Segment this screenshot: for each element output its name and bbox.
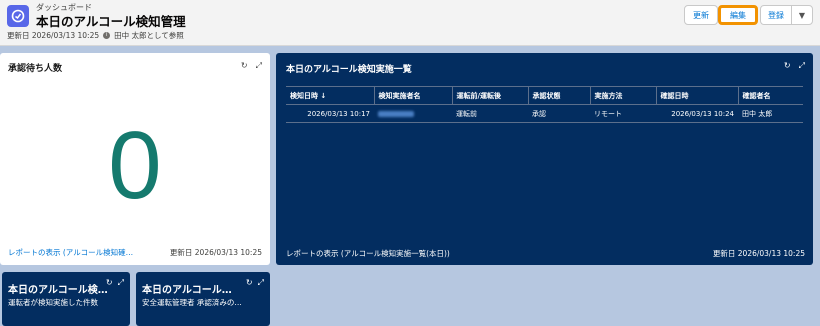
expand-icon[interactable]: ⤢ xyxy=(256,61,262,71)
column-header[interactable]: 確認者名 xyxy=(738,86,803,105)
pending-approvals-card: 承認待ち人数 ↻ ⤢ 0 レポートの表示 (アルコール検知確認… 更新日 202… xyxy=(0,53,270,265)
expand-icon[interactable]: ⤢ xyxy=(258,278,264,288)
card-updated: 更新日 2026/03/13 10:25 xyxy=(169,248,262,257)
redacted-name xyxy=(378,110,414,117)
page-header: ダッシュボード 本日のアルコール検知管理 更新日 2026/03/13 10:2… xyxy=(0,0,820,46)
refresh-icon[interactable]: ↻ xyxy=(241,61,248,71)
table-row: 2026/03/13 10:17 運転前 承認 リモート 2026/03/13 … xyxy=(286,104,803,123)
confirmed-at-cell: 2026/03/13 10:24 xyxy=(656,104,738,123)
inspector-name-cell[interactable] xyxy=(374,104,452,123)
page-title: 本日のアルコール検知管理 xyxy=(36,14,186,29)
detected-at-cell: 2026/03/13 10:17 xyxy=(286,104,374,123)
register-button[interactable]: 登録 xyxy=(760,5,792,25)
report-link[interactable]: レポートの表示 (アルコール検知確認… xyxy=(8,247,136,258)
refresh-icon[interactable]: ↻ xyxy=(106,278,113,288)
confirmer-link[interactable]: 田中 太郎 xyxy=(738,104,803,123)
last-updated: 更新日 2026/03/13 10:25 xyxy=(7,31,100,40)
card-subtitle: 安全運転管理者 承認済みの… xyxy=(142,298,242,307)
edit-button[interactable]: 編集 xyxy=(718,5,758,25)
card-tools: ↻ ⤢ xyxy=(784,61,805,71)
dashboard-icon xyxy=(7,5,29,27)
expand-icon[interactable]: ⤢ xyxy=(799,61,805,71)
column-header[interactable]: 検知実施者名 xyxy=(374,86,453,105)
card-tools: ↻ ⤢ xyxy=(241,61,262,71)
check-table: 検知日時 ↓ 検知実施者名 運転前/運転後 承認状態 実施方法 確認日時 確認者… xyxy=(286,86,803,123)
status-cell: 承認 xyxy=(528,104,590,123)
alcohol-check-list-card: 本日のアルコール検知実施一覧 ↻ ⤢ 検知日時 ↓ 検知実施者名 運転前/運転後… xyxy=(276,53,813,265)
card-title: 承認待ち人数 xyxy=(8,64,63,74)
refresh-button[interactable]: 更新 xyxy=(684,5,718,25)
card-subtitle: 運転者が検知実施した件数 xyxy=(8,298,98,307)
expand-icon[interactable]: ⤢ xyxy=(118,278,124,288)
chevron-down-icon[interactable]: ▼ xyxy=(791,5,813,25)
card-title: 本日のアルコール… xyxy=(142,285,232,296)
info-icon: i xyxy=(103,32,111,39)
metric-value: 0 xyxy=(108,112,162,219)
column-header[interactable]: 承認状態 xyxy=(528,86,591,105)
report-link[interactable]: レポートの表示 (アルコール検知実施一覧(本日)) xyxy=(286,248,450,259)
driving-cell: 運転前 xyxy=(452,104,528,123)
refresh-icon[interactable]: ↻ xyxy=(784,61,791,71)
table-header-row: 検知日時 ↓ 検知実施者名 運転前/運転後 承認状態 実施方法 確認日時 確認者… xyxy=(286,86,803,105)
column-header[interactable]: 確認日時 xyxy=(656,86,739,105)
column-header[interactable]: 実施方法 xyxy=(590,86,657,105)
card-tools: ↻ ⤢ xyxy=(246,278,264,288)
dashboard-meta: 更新日 2026/03/13 10:25 i 田中 太郎として参照 xyxy=(7,30,184,41)
card-tools: ↻ ⤢ xyxy=(106,278,124,288)
column-header[interactable]: 運転前/運転後 xyxy=(452,86,529,105)
mini-card-approved: 本日のアルコール… ↻ ⤢ 安全運転管理者 承認済みの… xyxy=(136,272,270,326)
card-updated: 更新日 2026/03/13 10:25 xyxy=(712,249,805,258)
card-title: 本日のアルコール検知実施一覧 xyxy=(286,65,412,75)
card-title: 本日のアルコール検知… xyxy=(8,285,116,296)
mini-card-detection-count: 本日のアルコール検知… ↻ ⤢ 運転者が検知実施した件数 xyxy=(2,272,130,326)
viewing-as: 田中 太郎として参照 xyxy=(114,31,184,40)
column-header[interactable]: 検知日時 ↓ xyxy=(286,86,375,105)
refresh-icon[interactable]: ↻ xyxy=(246,278,253,288)
method-cell: リモート xyxy=(590,104,656,123)
